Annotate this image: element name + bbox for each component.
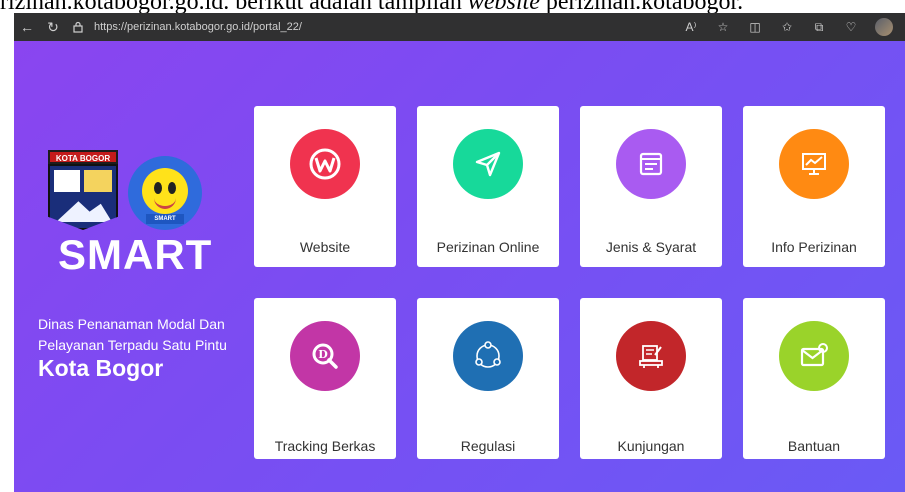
tile-label: Kunjungan xyxy=(617,438,685,454)
right-eye xyxy=(168,182,176,194)
menu-grid: Website Perizinan Online Jenis & Syarat … xyxy=(254,106,885,459)
send-icon xyxy=(453,129,523,199)
tile-label: Bantuan xyxy=(787,438,841,454)
smiley-face-icon xyxy=(142,168,188,214)
crest-mountain xyxy=(56,201,112,222)
agency-line-1: Dinas Penanaman Modal Dan xyxy=(38,316,225,332)
smile xyxy=(154,196,176,209)
window-list-icon xyxy=(616,129,686,199)
crest-shield xyxy=(48,164,118,230)
url-text: https://perizinan.kotabogor.go.id/portal… xyxy=(94,21,302,33)
back-icon[interactable]: ← xyxy=(14,13,40,41)
tile-label: Perizinan Online xyxy=(436,239,540,255)
agency-line-2: Pelayanan Terpadu Satu Pintu xyxy=(38,337,227,353)
website-w-icon xyxy=(290,129,360,199)
tile-label: Regulasi xyxy=(460,438,516,454)
lock-icon xyxy=(72,21,88,33)
favorites-icon[interactable]: ✩ xyxy=(771,13,803,41)
collections-icon[interactable]: ⧉ xyxy=(803,13,835,41)
desk-icon xyxy=(616,321,686,391)
left-eye xyxy=(154,182,162,194)
tile-perizinan-online[interactable]: Perizinan Online xyxy=(417,106,559,267)
agency-name: Dinas Penanaman Modal Dan Pelayanan Terp… xyxy=(38,314,227,356)
search-d-icon: D xyxy=(290,321,360,391)
brand-name: SMART xyxy=(58,231,213,278)
tile-label: Website xyxy=(299,239,351,255)
crest-label: KOTA BOGOR xyxy=(48,150,118,164)
mail-icon xyxy=(779,321,849,391)
refresh-icon[interactable]: ↻ xyxy=(40,13,66,41)
tile-bantuan[interactable]: Bantuan xyxy=(743,298,885,459)
tile-kunjungan[interactable]: Kunjungan xyxy=(580,298,722,459)
tile-label: Jenis & Syarat xyxy=(605,239,697,255)
city-name: Kota Bogor xyxy=(38,355,164,381)
emblem-ribbon: SMART xyxy=(146,214,184,224)
heart-icon[interactable]: ♡ xyxy=(835,13,867,41)
browser-toolbar: ← ↻ https://perizinan.kotabogor.go.id/po… xyxy=(14,13,905,41)
document-caption: rizinan.kotabogor.go.id. berikut adalah … xyxy=(0,0,744,13)
kota-bogor-crest: KOTA BOGOR xyxy=(48,150,118,230)
tile-regulasi[interactable]: Regulasi xyxy=(417,298,559,459)
address-bar[interactable]: https://perizinan.kotabogor.go.id/portal… xyxy=(72,21,302,33)
svg-text:D: D xyxy=(318,348,328,361)
tile-jenis-syarat[interactable]: Jenis & Syarat xyxy=(580,106,722,267)
tile-label: Tracking Berkas xyxy=(274,438,376,454)
split-screen-icon[interactable]: ◫ xyxy=(739,13,771,41)
logo-group: KOTA BOGOR SMART xyxy=(48,150,202,230)
crest-panel-right xyxy=(84,170,112,192)
cycle-icon xyxy=(453,321,523,391)
crest-panel-left xyxy=(54,170,80,192)
tile-website[interactable]: Website xyxy=(254,106,396,267)
tile-tracking-berkas[interactable]: D Tracking Berkas xyxy=(254,298,396,459)
smart-emblem: SMART xyxy=(128,156,202,230)
read-aloud-icon[interactable]: A⁾ xyxy=(675,13,707,41)
favorite-star-icon[interactable]: ☆ xyxy=(707,13,739,41)
monitor-chart-icon xyxy=(779,129,849,199)
tile-info-perizinan[interactable]: Info Perizinan xyxy=(743,106,885,267)
profile-avatar[interactable] xyxy=(875,18,893,36)
tile-label: Info Perizinan xyxy=(771,239,857,255)
